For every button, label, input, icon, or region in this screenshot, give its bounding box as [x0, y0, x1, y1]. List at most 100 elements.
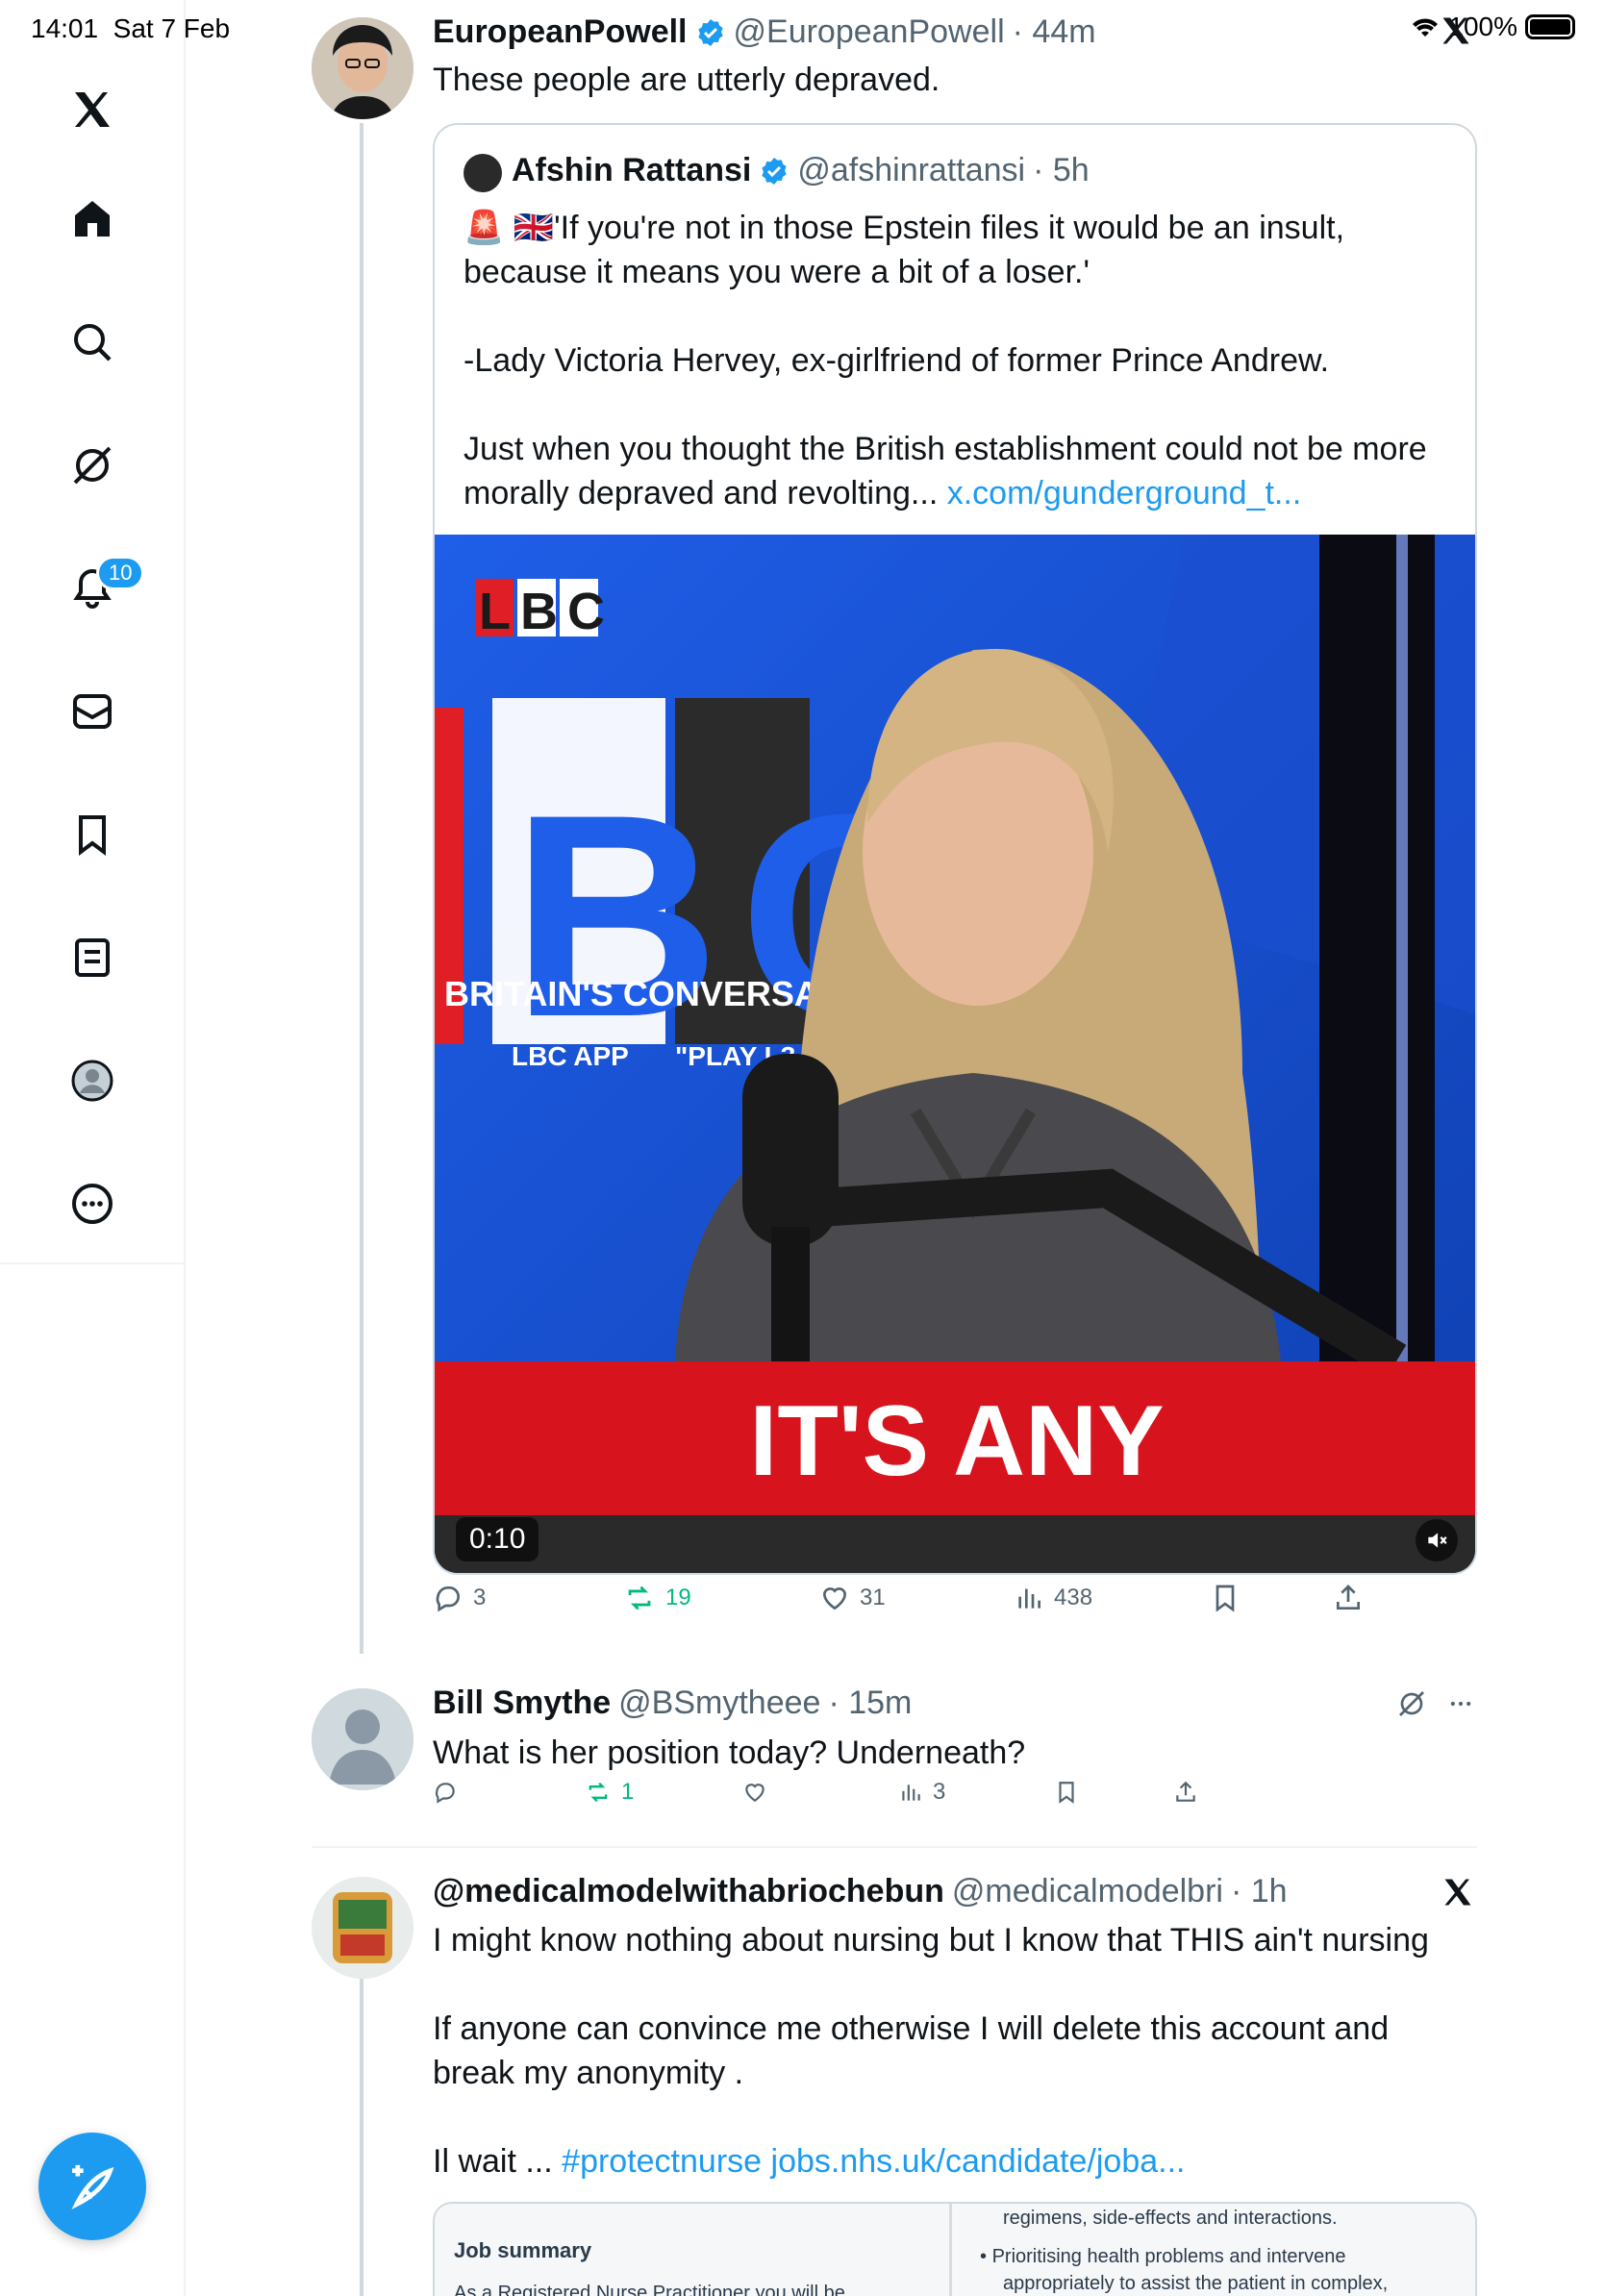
quote-author-handle[interactable]: @afshinrattansi — [797, 152, 1025, 189]
quote-time: · 5h — [1033, 152, 1090, 188]
quote-author-name[interactable]: Afshin Rattansi — [512, 152, 751, 189]
job-link[interactable]: jobs.nhs.uk/candidate/joba... — [771, 2143, 1186, 2180]
like-button[interactable]: 31 — [819, 1583, 886, 1613]
tweet-header: @medicalmodelwithabriochebun @medicalmod… — [433, 1873, 1288, 1910]
compose-icon — [71, 2164, 114, 2209]
bookmark-button[interactable] — [1210, 1583, 1241, 1613]
home-icon[interactable] — [54, 181, 131, 258]
share-button[interactable] — [1333, 1583, 1364, 1613]
views-button[interactable]: 438 — [1014, 1583, 1092, 1613]
reply-author-name[interactable]: Bill Smythe — [433, 1685, 611, 1722]
reply-count: 3 — [473, 1585, 487, 1610]
bookmark-button[interactable] — [1054, 1780, 1079, 1805]
quote-link[interactable]: x.com/gunderground_t... — [947, 475, 1302, 512]
avatar[interactable] — [312, 17, 414, 119]
reply-header: Bill Smythe @BSmytheee · 15m — [433, 1685, 912, 1722]
card-title: Job summary — [454, 2238, 592, 2262]
author-handle[interactable]: @EuropeanPowell — [734, 13, 1005, 51]
messages-icon[interactable] — [54, 673, 131, 750]
repost-icon — [628, 1585, 651, 1610]
author-name[interactable]: @medicalmodelwithabriochebun — [433, 1873, 944, 1910]
video-frame: LBC BC BRITAIN'S CONVERSATIO LBC APP "PL… — [435, 535, 1475, 1573]
heart-icon — [745, 1784, 764, 1802]
views-icon — [902, 1784, 920, 1801]
video-player[interactable]: LBC BC BRITAIN'S CONVERSATIO LBC APP "PL… — [435, 535, 1475, 1573]
thread-line — [360, 123, 363, 1654]
reply-icon — [435, 1783, 455, 1804]
battery-icon — [1525, 14, 1575, 39]
divider — [312, 1846, 1477, 1848]
reply-button[interactable] — [433, 1780, 458, 1805]
repost-count: 1 — [621, 1779, 635, 1805]
quote-avatar[interactable] — [464, 154, 502, 192]
attached-image[interactable]: Job summary As a Registered Nurse Practi… — [433, 2202, 1477, 2296]
mute-icon — [1428, 1533, 1447, 1548]
card-right-panel: regimens, side-effects and interactions.… — [959, 2204, 1475, 2296]
card-left-panel: Job summary As a Registered Nurse Practi… — [435, 2204, 952, 2296]
video-duration: 0:10 — [456, 1517, 539, 1561]
reply-author-handle[interactable]: @BSmytheee — [618, 1685, 820, 1722]
status-right: 100% — [1410, 12, 1575, 42]
bookmarks-icon[interactable] — [54, 796, 131, 873]
hashtag-link[interactable]: #protectnurse — [562, 2143, 762, 2180]
mute-button[interactable] — [1416, 1519, 1458, 1561]
close-x-icon[interactable] — [1439, 13, 1473, 48]
repost-button[interactable]: 1 — [585, 1779, 634, 1806]
card-right-line: regimens, side-effects and interactions. — [1003, 2208, 1338, 2229]
quote-text: 🚨 🇬🇧'If you're not in those Epstein file… — [464, 210, 1427, 512]
lists-icon[interactable] — [54, 919, 131, 996]
bookmark-icon — [1216, 1585, 1235, 1612]
like-button[interactable] — [742, 1780, 767, 1805]
heart-icon — [822, 1587, 847, 1610]
tweet-time: · 44m — [1012, 13, 1096, 50]
views-button[interactable]: 3 — [898, 1779, 945, 1806]
view-count: 3 — [933, 1779, 946, 1805]
views-icon — [1018, 1588, 1040, 1609]
grok-icon[interactable] — [1396, 1688, 1427, 1719]
profile-icon[interactable] — [54, 1042, 131, 1119]
notifications-icon[interactable]: 10 — [54, 550, 145, 627]
share-button[interactable] — [1173, 1780, 1198, 1805]
wifi-icon — [1413, 18, 1439, 37]
author-name[interactable]: EuropeanPowell — [433, 13, 688, 51]
share-icon — [1176, 1781, 1195, 1802]
reply-button[interactable]: 3 — [433, 1583, 486, 1613]
more-icon[interactable] — [54, 1165, 131, 1242]
thread-line — [360, 1979, 363, 2296]
tweet-time: · 1h — [1230, 1873, 1288, 1909]
reply-icon — [436, 1585, 460, 1612]
x-logo-icon[interactable] — [54, 71, 131, 148]
author-handle[interactable]: @medicalmodelbri — [952, 1873, 1223, 1910]
quote-tweet[interactable]: Afshin Rattansi @afshinrattansi · 5h 🚨 🇬… — [433, 123, 1477, 1575]
lbc-logo: LBC — [479, 583, 614, 640]
card-right-line: appropriately to assist the patient in c… — [1003, 2273, 1389, 2294]
notifications-badge: 10 — [96, 556, 145, 590]
verified-icon — [697, 18, 723, 46]
sidebar: 10 — [0, 0, 186, 2296]
avatar[interactable] — [312, 1688, 414, 1790]
reply-time: · 15m — [828, 1685, 913, 1721]
tweet-text: I might know nothing about nursing but I… — [433, 1922, 1429, 2180]
like-count: 31 — [860, 1585, 886, 1610]
quote-emoji: 🚨 🇬🇧 — [464, 210, 555, 246]
reply-text: What is her position today? Underneath? — [433, 1734, 1026, 1771]
card-left-text: As a Registered Nurse Practitioner you w… — [454, 2283, 845, 2296]
share-icon — [1337, 1585, 1360, 1610]
repost-count: 19 — [665, 1585, 691, 1610]
verified-icon — [762, 157, 788, 185]
bookmark-icon — [1059, 1782, 1074, 1804]
sidebar-divider — [0, 1262, 186, 1264]
lbc-app-text: LBC APP — [512, 1041, 629, 1071]
tweet-text: These people are utterly depraved. — [433, 62, 940, 98]
grok-icon[interactable] — [54, 427, 131, 504]
avatar[interactable] — [312, 1877, 414, 1979]
x-logo-icon[interactable] — [1441, 1875, 1475, 1909]
tweet-header: EuropeanPowell @EuropeanPowell · 44m — [433, 13, 1096, 51]
view-count: 438 — [1054, 1585, 1093, 1610]
search-icon[interactable] — [54, 304, 131, 381]
more-options-icon[interactable] — [1444, 1690, 1477, 1717]
video-caption: IT'S ANY — [749, 1385, 1164, 1497]
repost-icon — [589, 1782, 608, 1803]
compose-button[interactable] — [38, 2133, 146, 2240]
repost-button[interactable]: 19 — [623, 1582, 691, 1614]
